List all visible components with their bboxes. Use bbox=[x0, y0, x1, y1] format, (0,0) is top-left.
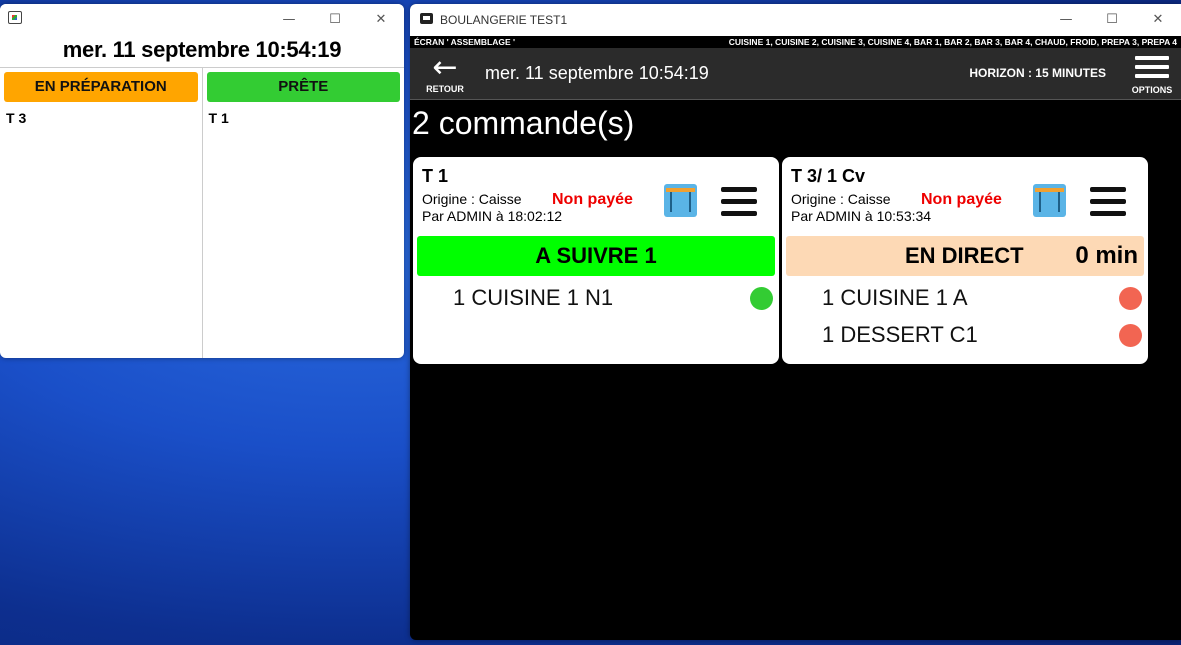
column-prete: PRÊTE T 1 bbox=[203, 68, 405, 358]
back-label: RETOUR bbox=[426, 84, 464, 94]
list-item[interactable]: T 1 bbox=[207, 110, 401, 126]
order-card[interactable]: T 3/ 1 Cv Origine : Caisse Par ADMIN à 1… bbox=[782, 157, 1148, 364]
minimize-button[interactable]: — bbox=[1043, 4, 1089, 34]
order-timer: 0 min bbox=[1075, 242, 1138, 269]
options-button[interactable]: OPTIONS bbox=[1129, 52, 1175, 95]
app-icon bbox=[8, 11, 22, 24]
close-button[interactable]: ✕ bbox=[358, 4, 404, 34]
pos-app-icon bbox=[420, 13, 433, 24]
order-table: T 1 bbox=[422, 166, 449, 186]
list-item[interactable]: T 3 bbox=[4, 110, 198, 126]
card-menu-icon[interactable] bbox=[1090, 187, 1126, 216]
kitchen-display-window: BOULANGERIE TEST1 — ☐ ✕ ÉCRAN ' ASSEMBLA… bbox=[410, 4, 1181, 640]
screen-label: ÉCRAN ' ASSEMBLAGE ' bbox=[414, 37, 516, 47]
order-count: 2 commande(s) bbox=[412, 105, 635, 141]
info-strip: ÉCRAN ' ASSEMBLAGE ' CUISINE 1, CUISINE … bbox=[410, 36, 1181, 48]
maximize-button[interactable]: ☐ bbox=[312, 4, 358, 34]
order-status: EN DIRECT bbox=[905, 243, 1024, 268]
order-status: A SUIVRE 1 bbox=[535, 243, 657, 268]
back-button[interactable]: ← RETOUR bbox=[422, 50, 468, 98]
toolbar: ← RETOUR mer. 11 septembre 10:54:19 HORI… bbox=[410, 48, 1181, 100]
payment-status: Non payée bbox=[552, 191, 633, 208]
order-author: Par ADMIN à 10:53:34 bbox=[791, 208, 932, 224]
order-status-bar[interactable]: EN DIRECT 0 min bbox=[786, 236, 1144, 276]
order-line[interactable]: 1 CUISINE 1 A bbox=[822, 285, 968, 311]
column-header-prete: PRÊTE bbox=[206, 72, 400, 102]
order-line[interactable]: 1 CUISINE 1 N1 bbox=[453, 285, 613, 311]
close-button[interactable]: ✕ bbox=[1135, 4, 1181, 34]
status-window-titlebar[interactable]: — ☐ ✕ bbox=[0, 4, 404, 34]
column-en-preparation: EN PRÉPARATION T 3 bbox=[0, 68, 203, 358]
order-origin: Origine : Caisse bbox=[791, 191, 891, 207]
maximize-button[interactable]: ☐ bbox=[1089, 4, 1135, 34]
window-title: BOULANGERIE TEST1 bbox=[440, 13, 568, 27]
column-header-en-preparation: EN PRÉPARATION bbox=[4, 72, 198, 102]
status-dot-icon[interactable] bbox=[1119, 287, 1142, 310]
order-card[interactable]: T 1 Origine : Caisse Par ADMIN à 18:02:1… bbox=[413, 157, 779, 364]
table-icon[interactable] bbox=[664, 184, 697, 217]
status-clock: mer. 11 septembre 10:54:19 bbox=[0, 34, 404, 68]
options-label: OPTIONS bbox=[1131, 85, 1173, 95]
horizon-setting[interactable]: HORIZON : 15 MINUTES bbox=[969, 66, 1106, 80]
kitchen-window-titlebar[interactable]: BOULANGERIE TEST1 — ☐ ✕ bbox=[410, 4, 1181, 36]
status-dot-icon[interactable] bbox=[1119, 324, 1142, 347]
order-author: Par ADMIN à 18:02:12 bbox=[422, 208, 563, 224]
card-menu-icon[interactable] bbox=[721, 187, 757, 216]
arrow-left-icon: ← bbox=[432, 50, 458, 85]
hamburger-menu-icon bbox=[1129, 56, 1175, 78]
table-icon[interactable] bbox=[1033, 184, 1066, 217]
minimize-button[interactable]: — bbox=[266, 4, 312, 34]
toolbar-clock: mer. 11 septembre 10:54:19 bbox=[485, 63, 709, 83]
status-window: — ☐ ✕ mer. 11 septembre 10:54:19 EN PRÉP… bbox=[0, 4, 404, 358]
payment-status: Non payée bbox=[921, 191, 1002, 208]
order-origin: Origine : Caisse bbox=[422, 191, 522, 207]
stations-list: CUISINE 1, CUISINE 2, CUISINE 3, CUISINE… bbox=[728, 37, 1177, 47]
order-table: T 3/ 1 Cv bbox=[791, 166, 866, 186]
order-line[interactable]: 1 DESSERT C1 bbox=[822, 322, 978, 348]
status-dot-icon[interactable] bbox=[750, 287, 773, 310]
order-status-bar[interactable]: A SUIVRE 1 bbox=[417, 236, 775, 276]
